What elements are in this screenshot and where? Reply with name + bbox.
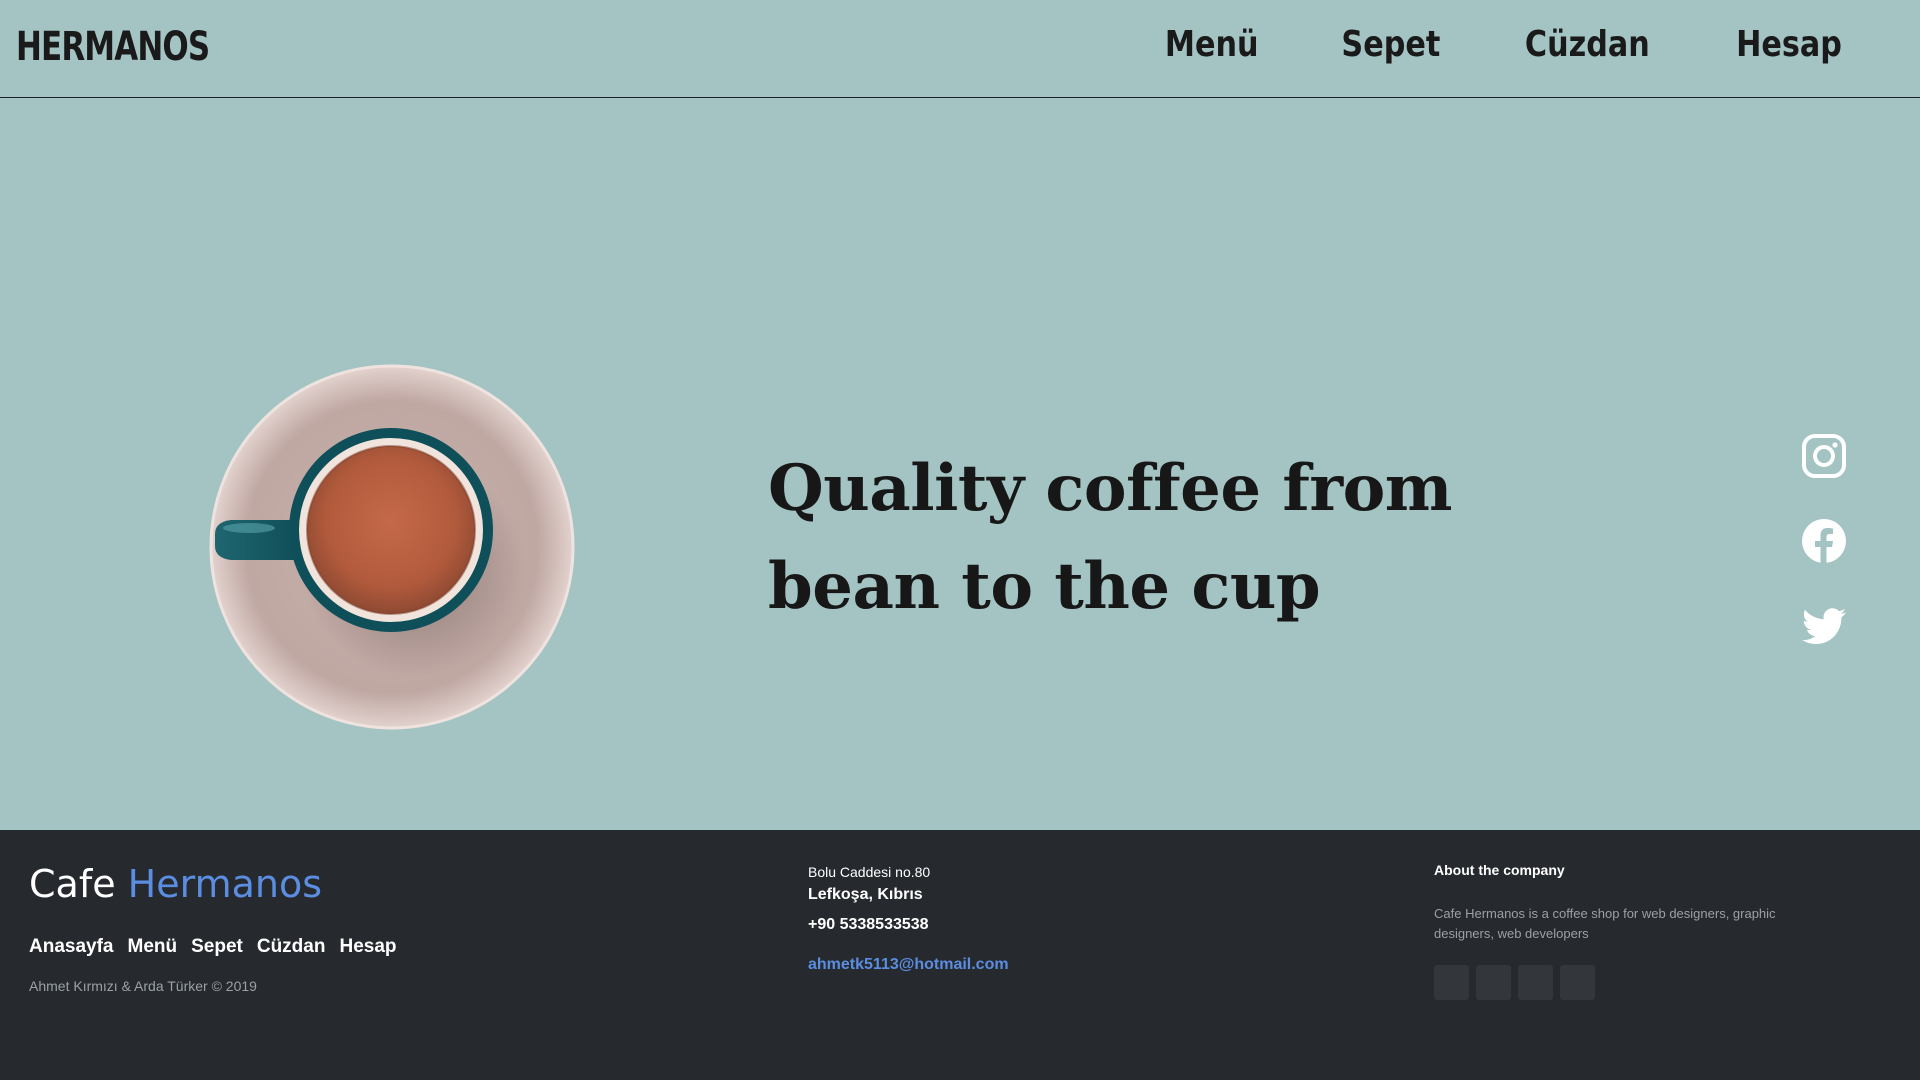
nav-item-account[interactable]: Hesap [1736,24,1842,65]
email-link[interactable]: ahmetk5113@hotmail.com [808,956,1009,973]
twitter-icon[interactable] [1800,602,1848,650]
footer-link-account[interactable]: Hesap [339,936,396,958]
nav-item-wallet[interactable]: Cüzdan [1525,24,1650,65]
address-city: Lefkoşa, Kıbrıs [808,886,923,903]
about-title: About the company [1434,862,1565,878]
copyright: Ahmet Kırmızı & Arda Türker © 2019 [29,978,257,994]
coffee-cup-image [209,364,575,730]
footer-links: Anasayfa Menü Sepet Cüzdan Hesap [29,936,397,958]
hero-headline: Quality coffee from bean to the cup [768,451,1453,624]
social-icons [1800,432,1848,687]
facebook-icon[interactable] [1800,517,1848,565]
phone-number: +90 5338533538 [808,916,929,933]
brand-logo[interactable]: HERMANOS [16,24,210,70]
nav-item-cart[interactable]: Sepet [1341,24,1440,65]
footer-social-button[interactable] [1560,965,1595,1000]
footer-social-button[interactable] [1434,965,1469,1000]
footer-link-menu[interactable]: Menü [128,936,178,958]
site-header: HERMANOS Menü Sepet Cüzdan Hesap [0,0,1920,98]
footer-social-button[interactable] [1518,965,1553,1000]
about-text: Cafe Hermanos is a coffee shop for web d… [1434,906,1776,941]
footer-about: About the company Cafe Hermanos is a cof… [1434,862,1814,944]
footer-logo-hermanos: Hermanos [127,862,323,906]
footer-contact: Bolu Caddesi no.80 Lefkoşa, Kıbrıs +90 5… [808,864,1009,974]
footer-social-buttons [1434,965,1595,1000]
footer-link-cart[interactable]: Sepet [191,936,243,958]
footer-link-home[interactable]: Anasayfa [29,936,114,958]
address-street: Bolu Caddesi no.80 [808,864,931,880]
footer-link-wallet[interactable]: Cüzdan [257,936,326,958]
footer-social-button[interactable] [1476,965,1511,1000]
site-footer: Cafe Hermanos Anasayfa Menü Sepet Cüzdan… [0,830,1920,1080]
instagram-icon[interactable] [1800,432,1848,480]
footer-logo: Cafe Hermanos [29,862,322,906]
nav-item-menu[interactable]: Menü [1165,24,1259,65]
main-nav: Menü Sepet Cüzdan Hesap [1156,24,1852,65]
footer-logo-cafe: Cafe [29,862,116,906]
